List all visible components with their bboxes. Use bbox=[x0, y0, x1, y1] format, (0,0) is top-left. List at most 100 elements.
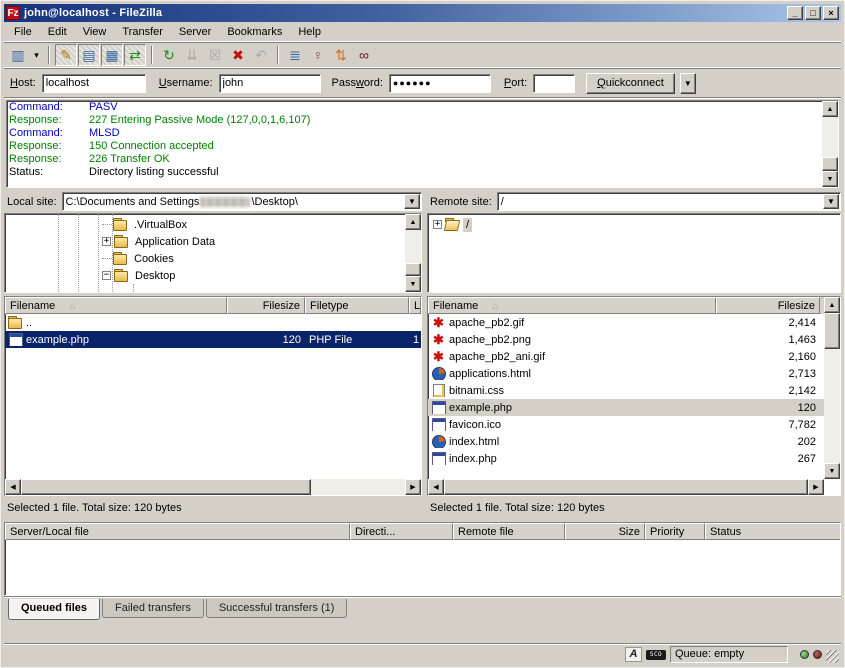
queue-header-Directi...[interactable]: Directi... bbox=[350, 523, 453, 540]
expand-plus-icon[interactable]: + bbox=[102, 237, 111, 246]
directory-comparison-button[interactable]: ♀ bbox=[307, 44, 329, 66]
file-row[interactable]: .. bbox=[5, 314, 421, 331]
queue-header-Remote file[interactable]: Remote file bbox=[453, 523, 565, 540]
remote-header-Filesize[interactable]: Filesize bbox=[716, 297, 820, 314]
scroll-up-icon[interactable]: ▲ bbox=[824, 297, 840, 313]
tab-failed-transfers[interactable]: Failed transfers bbox=[102, 599, 204, 618]
password-input[interactable] bbox=[389, 74, 491, 93]
scroll-down-icon[interactable]: ▼ bbox=[822, 171, 838, 187]
message-log[interactable]: Command:PASVResponse:227 Entering Passiv… bbox=[6, 100, 839, 188]
folder-icon bbox=[113, 218, 128, 231]
expand-plus-icon[interactable]: + bbox=[433, 220, 442, 229]
scroll-down-icon[interactable]: ▼ bbox=[824, 463, 840, 479]
menu-edit[interactable]: Edit bbox=[40, 23, 75, 41]
minimize-button[interactable]: _ bbox=[787, 6, 803, 20]
synchronized-browsing-button[interactable]: ⇅ bbox=[330, 44, 352, 66]
cancel-operation-button[interactable]: ☒ bbox=[204, 44, 226, 66]
process-queue-button[interactable]: ⇊ bbox=[181, 44, 203, 66]
ascii-datatype-icon[interactable]: A bbox=[625, 647, 642, 662]
file-row[interactable]: bitnami.css2,142 bbox=[428, 382, 840, 399]
remote-site-combobox[interactable]: / ▼ bbox=[497, 192, 841, 211]
port-input[interactable] bbox=[533, 74, 575, 93]
resize-grip[interactable] bbox=[826, 650, 839, 663]
scroll-up-icon[interactable]: ▲ bbox=[405, 214, 421, 230]
scroll-right-icon[interactable]: ▶ bbox=[405, 479, 421, 495]
queue-header-Priority[interactable]: Priority bbox=[645, 523, 705, 540]
indicator-badge-icon[interactable]: SCO bbox=[646, 650, 666, 660]
local-hscroll-thumb[interactable] bbox=[21, 479, 311, 495]
collapse-minus-icon[interactable]: − bbox=[102, 271, 111, 280]
tab-successful-transfers-1-[interactable]: Successful transfers (1) bbox=[206, 599, 348, 618]
refresh-button[interactable]: ↻ bbox=[158, 44, 180, 66]
menu-view[interactable]: View bbox=[75, 23, 115, 41]
site-manager-dropdown[interactable]: ▾ bbox=[30, 44, 43, 66]
transfer-queue[interactable]: Server/Local fileDirecti...Remote fileSi… bbox=[4, 522, 841, 596]
remote-vscroll-thumb[interactable] bbox=[824, 313, 840, 349]
close-button[interactable]: × bbox=[823, 6, 839, 20]
menu-file[interactable]: File bbox=[6, 23, 40, 41]
local-tree-scrollbar-thumb[interactable] bbox=[405, 263, 421, 276]
local-header-Filesize[interactable]: Filesize bbox=[227, 297, 305, 314]
remote-hscroll-thumb[interactable] bbox=[444, 479, 808, 495]
local-header-L[interactable]: L bbox=[409, 297, 421, 314]
remote-list-vscrollbar[interactable]: ▲ ▼ bbox=[824, 297, 840, 479]
maximize-button[interactable]: □ bbox=[805, 6, 821, 20]
username-input[interactable] bbox=[219, 74, 321, 93]
menu-transfer[interactable]: Transfer bbox=[114, 23, 171, 41]
tree-item[interactable]: +Application Data bbox=[102, 233, 218, 250]
menu-server[interactable]: Server bbox=[171, 23, 219, 41]
find-files-button[interactable]: ∞ bbox=[353, 44, 375, 66]
remote-header-Filename[interactable]: Filename△ bbox=[428, 297, 716, 314]
toggle-queue-button[interactable]: ⇄ bbox=[124, 44, 146, 66]
file-row[interactable]: ✱apache_pb2.png1,463 bbox=[428, 331, 840, 348]
file-row[interactable]: ✱apache_pb2.gif2,414 bbox=[428, 314, 840, 331]
tree-item[interactable]: +/ bbox=[433, 216, 472, 233]
tab-queued-files[interactable]: Queued files bbox=[8, 599, 100, 620]
tree-item[interactable]: Cookies bbox=[102, 250, 177, 267]
remote-directory-tree[interactable]: +/ bbox=[427, 213, 841, 293]
chevron-down-icon[interactable]: ▼ bbox=[404, 194, 420, 209]
file-row[interactable]: applications.html2,713 bbox=[428, 365, 840, 382]
local-tree-scrollbar[interactable]: ▲ ▼ bbox=[405, 214, 421, 292]
file-row[interactable]: favicon.ico7,782 bbox=[428, 416, 840, 433]
directory-filters-button[interactable]: ≣ bbox=[284, 44, 306, 66]
local-directory-tree[interactable]: ▲ ▼ .VirtualBox+Application DataCookies−… bbox=[4, 213, 422, 293]
local-header-Filename[interactable]: Filename△ bbox=[5, 297, 227, 314]
quickconnect-button[interactable]: Quickconnect bbox=[586, 73, 675, 94]
toggle-remote-tree-button[interactable]: ▦ bbox=[101, 44, 123, 66]
file-row[interactable]: index.php267 bbox=[428, 450, 840, 467]
file-row[interactable]: example.php120PHP File1 bbox=[5, 331, 421, 348]
menu-help[interactable]: Help bbox=[290, 23, 329, 41]
log-scrollbar[interactable]: ▲ ▼ bbox=[822, 101, 838, 187]
local-list-hscrollbar[interactable]: ◀ ▶ bbox=[5, 479, 421, 495]
scroll-left-icon[interactable]: ◀ bbox=[5, 479, 21, 495]
queue-header-Status[interactable]: Status bbox=[705, 523, 841, 540]
app-icon[interactable]: Fz bbox=[6, 6, 20, 20]
toggle-local-tree-button[interactable]: ▤ bbox=[78, 44, 100, 66]
log-scrollbar-thumb[interactable] bbox=[822, 157, 838, 171]
file-row[interactable]: example.php120 bbox=[428, 399, 840, 416]
remote-list-hscrollbar[interactable]: ◀ ▶ bbox=[428, 479, 824, 495]
scroll-up-icon[interactable]: ▲ bbox=[822, 101, 838, 117]
file-row[interactable]: ✱apache_pb2_ani.gif2,160 bbox=[428, 348, 840, 365]
queue-header-Server/Local file[interactable]: Server/Local file bbox=[5, 523, 350, 540]
reconnect-button[interactable]: ↶ bbox=[250, 44, 272, 66]
queue-header-Size[interactable]: Size bbox=[565, 523, 645, 540]
site-manager-button[interactable]: ▥ bbox=[7, 44, 29, 66]
menu-bookmarks[interactable]: Bookmarks bbox=[219, 23, 290, 41]
local-file-list[interactable]: Filename△FilesizeFiletypeL ..example.php… bbox=[4, 296, 422, 496]
local-site-combobox[interactable]: C:\Documents and Settings\Desktop\ ▼ bbox=[62, 192, 422, 211]
host-input[interactable] bbox=[42, 74, 146, 93]
chevron-down-icon[interactable]: ▼ bbox=[823, 194, 839, 209]
tree-item[interactable]: −Desktop bbox=[102, 267, 178, 284]
tree-item[interactable]: .VirtualBox bbox=[102, 216, 190, 233]
toggle-message-log-button[interactable]: ✎ bbox=[55, 44, 77, 66]
scroll-down-icon[interactable]: ▼ bbox=[405, 276, 421, 292]
file-row[interactable]: index.html202 bbox=[428, 433, 840, 450]
quickconnect-dropdown[interactable]: ▼ bbox=[680, 73, 696, 94]
local-header-Filetype[interactable]: Filetype bbox=[305, 297, 409, 314]
disconnect-button[interactable]: ✖ bbox=[227, 44, 249, 66]
scroll-right-icon[interactable]: ▶ bbox=[808, 479, 824, 495]
remote-file-list[interactable]: Filename△Filesize ✱apache_pb2.gif2,414✱a… bbox=[427, 296, 841, 496]
scroll-left-icon[interactable]: ◀ bbox=[428, 479, 444, 495]
